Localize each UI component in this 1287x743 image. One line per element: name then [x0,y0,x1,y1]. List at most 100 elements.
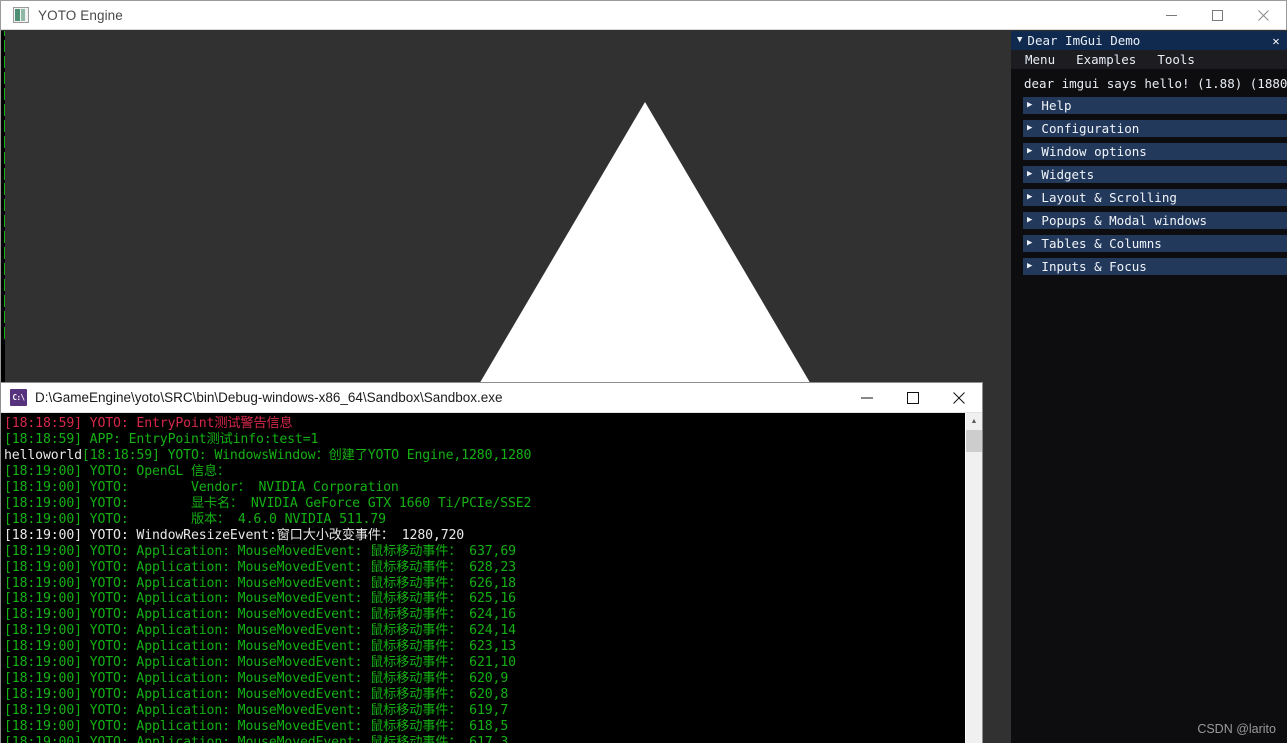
console-sliver-text: [18:18:59] YOTO: EntryPoint测试警告信息[18:18:… [1,31,5,342]
engine-window-title: YOTO Engine [38,7,123,23]
console-sliver-line: [18:19:00] YOTO: Application: MouseMoved… [1,310,5,326]
console-log-segment: helloworld [4,447,82,463]
collapsing-header-tables-columns[interactable]: ▶ Tables & Columns [1023,235,1287,252]
cmd-prompt-icon: C:\ [10,389,27,406]
console-sliver-line: [18:19:00] YOTO: Application: MouseMoved… [1,326,5,342]
menu-item-menu[interactable]: Menu [1024,52,1056,67]
collapsing-header-window-options[interactable]: ▶ Window options [1023,143,1287,160]
console-log-segment: [18:18:59] YOTO: WindowsWindow：创建了YOTO E… [81,447,532,463]
console-log-line: [18:19:00] YOTO: Application: MouseMoved… [4,735,509,743]
console-titlebar[interactable]: C:\ D:\GameEngine\yoto\SRC\bin\Debug-win… [1,383,982,413]
maximize-icon [907,392,919,404]
collapsing-header-label: Popups & Modal windows [1041,213,1207,228]
console-sliver-line: [18:19:00] YOTO: Vendor： NVIDIA Corporat… [1,71,5,87]
engine-maximize-button[interactable] [1194,1,1240,29]
console-log-line: [18:19:00] YOTO: 版本： 4.6.0 NVIDIA 511.79 [4,511,386,527]
console-log-line: helloworld[18:18:59] YOTO: WindowsWindow… [4,448,982,464]
console-sliver-line: [18:19:00] YOTO: 显卡名： NVIDIA GeForce GTX… [1,87,5,103]
collapsing-header-label: Configuration [1041,121,1140,136]
collapsing-header-label: Help [1041,98,1072,113]
console-sliver-line: [18:19:00] YOTO: 版本： 4.6.0 NVIDIA 511.79 [1,103,5,119]
collapsing-header-label: Inputs & Focus [1041,259,1147,274]
cmd-prompt-icon-label: C:\ [12,393,25,402]
console-sliver-line: [18:19:00] YOTO: Application: MouseMoved… [1,135,5,151]
imgui-body: dear imgui says hello! (1.88) (18800) ▶ … [1011,69,1287,275]
collapsing-header-label: Tables & Columns [1041,236,1162,251]
menu-item-tools[interactable]: Tools [1156,52,1196,67]
console-sliver-line: [18:19:00] YOTO: Application: MouseMoved… [1,198,5,214]
chevron-right-icon: ▶ [1027,146,1033,156]
console-log-line: [18:18:59] YOTO: EntryPoint测试警告信息 [4,416,293,431]
console-log-line: [18:19:00] YOTO: Application: MouseMoved… [4,671,509,687]
console-sliver-line: [18:19:00] YOTO: Application: MouseMoved… [1,246,5,262]
console-sliver-line: [18:19:00] YOTO: Application: MouseMoved… [1,151,5,167]
imgui-menubar: Menu Examples Tools [1011,50,1287,69]
scroll-up-icon[interactable]: ▲ [966,413,982,430]
console-sliver-line: [18:19:00] YOTO: OpenGL 信息： [1,55,5,71]
console-close-button[interactable] [936,383,982,413]
imgui-demo-window[interactable]: ▼ Dear ImGui Demo ✕ Menu Examples Tools … [1011,31,1287,743]
console-sliver-line: [18:19:00] YOTO: Application: MouseMoved… [1,230,5,246]
collapsing-header-configuration[interactable]: ▶ Configuration [1023,120,1287,137]
console-sliver-line: [18:19:00] YOTO: Application: MouseMoved… [1,262,5,278]
console-sliver-line: [18:18:59] YOTO: WindowsWindow：创建了YOTO E… [1,39,5,55]
console-window-title: D:\GameEngine\yoto\SRC\bin\Debug-windows… [35,390,503,405]
collapsing-header-popups-modal-windows[interactable]: ▶ Popups & Modal windows [1023,212,1287,229]
imgui-hello-text: dear imgui says hello! (1.88) (18800) [1024,76,1287,91]
engine-titlebar[interactable]: YOTO Engine [1,1,1286,30]
console-sliver-line: [18:19:00] YOTO: Application: MouseMoved… [1,278,5,294]
imgui-titlebar[interactable]: ▼ Dear ImGui Demo ✕ [1011,31,1287,50]
chevron-right-icon: ▶ [1027,215,1033,225]
collapsing-header-widgets[interactable]: ▶ Widgets [1023,166,1287,183]
chevron-right-icon: ▶ [1027,169,1033,179]
console-sliver-line: [18:18:59] APP: EntryPoint测试info:test=1 [1,31,5,39]
console-log-line: [18:19:00] YOTO: Application: MouseMoved… [4,655,516,671]
console-log-text: [18:18:59] YOTO: EntryPoint测试警告信息 [18:18:… [1,413,982,743]
console-log-line: [18:19:00] YOTO: Application: MouseMoved… [4,703,509,719]
console-log-line: [18:19:00] YOTO: WindowResizeEvent:窗口大小改… [4,527,465,543]
collapsing-header-inputs-focus[interactable]: ▶ Inputs & Focus [1023,258,1287,275]
minimize-icon [861,397,873,399]
menu-item-examples[interactable]: Examples [1075,52,1137,67]
collapsing-header-help[interactable]: ▶ Help [1023,97,1287,114]
imgui-close-icon[interactable]: ✕ [1269,34,1283,48]
engine-close-button[interactable] [1240,1,1286,29]
console-log-line: [18:19:00] YOTO: Vendor： NVIDIA Corporat… [4,479,399,495]
console-log-line: [18:19:00] YOTO: Application: MouseMoved… [4,543,516,559]
console-sliver-line: [18:19:00] YOTO: Application: MouseMoved… [1,214,5,230]
console-log-line: [18:19:00] YOTO: OpenGL 信息： [4,463,231,479]
console-window[interactable]: C:\ D:\GameEngine\yoto\SRC\bin\Debug-win… [0,382,983,743]
console-sliver-line: [18:19:00] YOTO: Application: MouseMoved… [1,294,5,310]
collapsing-header-label: Widgets [1041,167,1095,182]
console-scrollbar-thumb[interactable] [966,430,982,452]
chevron-right-icon: ▶ [1027,123,1033,133]
engine-minimize-button[interactable] [1148,1,1194,29]
screen-root: YOTO Engine ▼ Dear ImGui Demo ✕ Menu Exa… [0,0,1287,743]
console-log-line: [18:19:00] YOTO: Application: MouseMoved… [4,575,516,591]
console-sliver-line: [18:19:00] YOTO: Application: MouseMoved… [1,182,5,198]
console-maximize-button[interactable] [890,383,936,413]
close-icon [1257,9,1269,21]
console-log-line: [18:19:00] YOTO: 显卡名： NVIDIA GeForce GTX… [4,495,532,511]
collapsing-header-label: Layout & Scrolling [1041,190,1177,205]
console-log-line: [18:19:00] YOTO: Application: MouseMoved… [4,719,509,735]
console-log-line: [18:18:59] APP: EntryPoint测试info:test=1 [4,431,319,447]
console-scrollbar[interactable]: ▲ [965,413,982,743]
console-log-line: [18:19:00] YOTO: Application: MouseMoved… [4,623,516,639]
console-log-line: [18:19:00] YOTO: Application: MouseMoved… [4,639,516,655]
console-log-line: [18:19:00] YOTO: Application: MouseMoved… [4,559,516,575]
app-logo-icon [13,7,29,23]
console-minimize-button[interactable] [844,383,890,413]
console-log-line: [18:19:00] YOTO: Application: MouseMoved… [4,591,516,607]
console-log-line: [18:19:00] YOTO: Application: MouseMoved… [4,607,516,623]
chevron-down-icon[interactable]: ▼ [1017,36,1022,45]
chevron-right-icon: ▶ [1027,192,1033,202]
close-icon [953,392,965,404]
console-sliver-line: [18:19:00] YOTO: Application: MouseMoved… [1,167,5,183]
imgui-window-title: Dear ImGui Demo [1027,33,1141,48]
console-sliver-line: [18:19:00] YOTO: WindowResizeEvent:窗口大小改… [1,119,5,135]
console-output-area[interactable]: [18:18:59] YOTO: EntryPoint测试警告信息 [18:18:… [1,413,982,743]
collapsing-header-layout-scrolling[interactable]: ▶ Layout & Scrolling [1023,189,1287,206]
console-log-line: [18:19:00] YOTO: Application: MouseMoved… [4,687,509,703]
console-window-controls [844,383,982,412]
